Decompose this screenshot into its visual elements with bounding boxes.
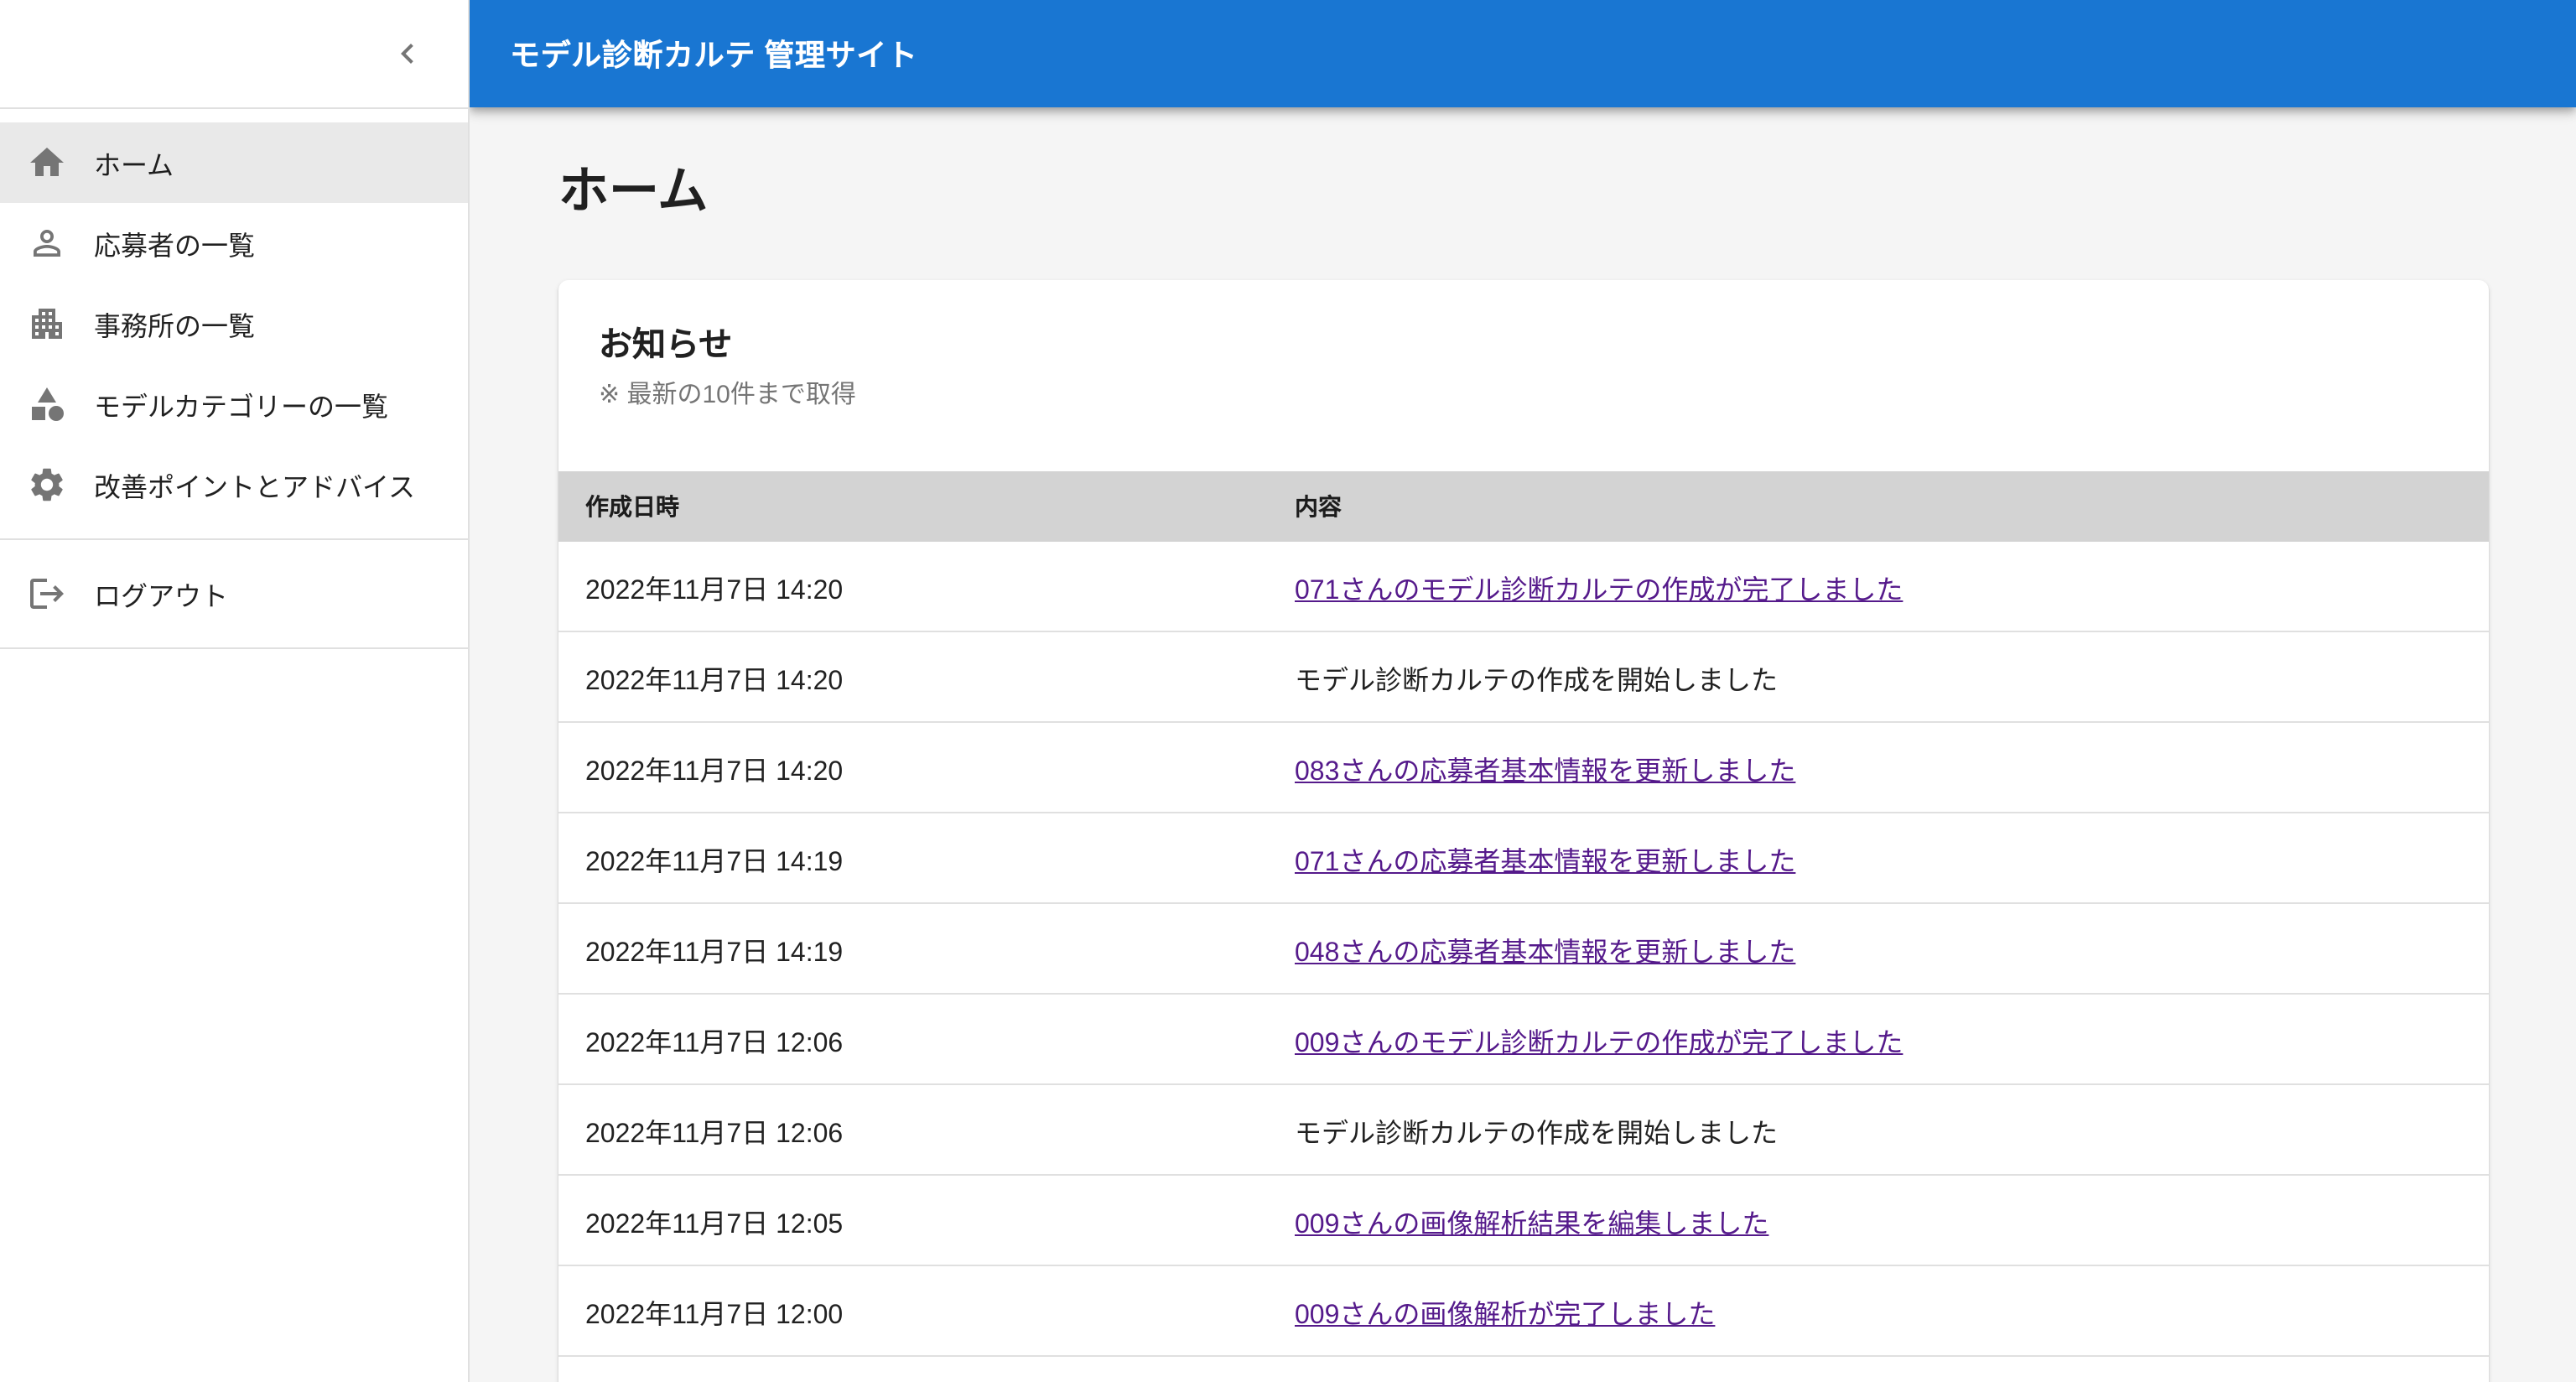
table-row: 2022年11月7日 14:20 071さんのモデル診断カルテの作成が完了しまし… [558, 542, 2489, 632]
notice-link[interactable]: 009さんの画像解析が完了しました [1295, 1301, 1715, 1329]
sidebar-divider-logout-bottom [0, 647, 468, 649]
content-cell: 071さんの応募者基本情報を更新しました [1268, 813, 2489, 904]
created-at-cell: 2022年11月7日 11:56 [558, 1356, 1268, 1382]
notice-text: モデル診断カルテの作成を開始しました [1295, 667, 1779, 695]
sidebar-item-home[interactable]: ホーム [0, 122, 468, 203]
page-title: ホーム [558, 164, 709, 220]
created-at-cell: 2022年11月7日 14:20 [558, 631, 1268, 723]
created-at-cell: 2022年11月7日 12:05 [558, 1175, 1268, 1266]
table-row: 2022年11月7日 14:20 モデル診断カルテの作成を開始しました [558, 631, 2489, 723]
sidebar-item-advice[interactable]: 改善ポイントとアドバイス [0, 444, 468, 525]
notice-table: 作成日時 内容 2022年11月7日 14:20 071さんのモデル診断カルテの… [558, 471, 2489, 1382]
sidebar-item-applicants[interactable]: 応募者の一覧 [0, 203, 468, 283]
sidebar-nav-list: ホーム 応募者の一覧 事務所の一覧 モデルカテゴリーの一覧 改善ポイントとアドバ… [0, 109, 468, 538]
table-row: 2022年11月7日 12:00 009さんの画像解析が完了しました [558, 1265, 2489, 1357]
chevron-left-icon [387, 34, 428, 74]
created-at-cell: 2022年11月7日 14:20 [558, 722, 1268, 813]
appbar: モデル診断カルテ 管理サイト [470, 0, 2576, 107]
content-cell: 083さんの応募者基本情報を更新しました [1268, 722, 2489, 813]
table-row: 2022年11月7日 12:06 009さんのモデル診断カルテの作成が完了しまし… [558, 994, 2489, 1085]
table-row: 2022年11月7日 14:20 083さんの応募者基本情報を更新しました [558, 722, 2489, 813]
table-row: 2022年11月7日 12:05 009さんの画像解析結果を編集しました [558, 1175, 2489, 1266]
sidebar-item-categories[interactable]: モデルカテゴリーの一覧 [0, 364, 468, 444]
gear-icon [27, 465, 67, 505]
sidebar: ホーム 応募者の一覧 事務所の一覧 モデルカテゴリーの一覧 改善ポイントとアドバ… [0, 0, 470, 1382]
table-row: 2022年11月7日 12:06 モデル診断カルテの作成を開始しました [558, 1084, 2489, 1176]
created-at-cell: 2022年11月7日 14:19 [558, 903, 1268, 995]
table-row: 2022年11月7日 14:19 071さんの応募者基本情報を更新しました [558, 813, 2489, 904]
notice-text: モデル診断カルテの作成を開始しました [1295, 1120, 1779, 1148]
content-cell: 009さんの画像解析が完了しました [1268, 1265, 2489, 1357]
home-icon [27, 143, 67, 183]
notice-link[interactable]: 071さんの応募者基本情報を更新しました [1295, 848, 1795, 876]
notice-card-title: お知らせ [599, 327, 733, 364]
table-row: 2022年11月7日 14:19 048さんの応募者基本情報を更新しました [558, 903, 2489, 995]
created-at-cell: 2022年11月7日 14:19 [558, 813, 1268, 904]
notice-table-header-row: 作成日時 内容 [558, 471, 2489, 542]
content-cell: モデル診断カルテの作成を開始しました [1268, 631, 2489, 723]
appbar-title: モデル診断カルテ 管理サイト [510, 39, 918, 72]
sidebar-item-offices[interactable]: 事務所の一覧 [0, 283, 468, 364]
category-icon [27, 384, 67, 424]
column-header-created-at: 作成日時 [558, 471, 1268, 542]
notice-link[interactable]: 071さんのモデル診断カルテの作成が完了しました [1295, 576, 1903, 605]
content-cell: モデル診断カルテの作成を開始しました [1268, 1084, 2489, 1176]
content-cell: 009さんのモデル診断カルテの作成が完了しました [1268, 994, 2489, 1085]
table-row: 2022年11月7日 11:56 028さんのモデル診断カルテの作成が完了しまし… [558, 1356, 2489, 1382]
person-icon [27, 223, 67, 263]
notice-link[interactable]: 009さんの画像解析結果を編集しました [1295, 1210, 1768, 1239]
notice-link[interactable]: 048さんの応募者基本情報を更新しました [1295, 938, 1795, 967]
apartment-icon [27, 304, 67, 344]
created-at-cell: 2022年11月7日 14:20 [558, 542, 1268, 632]
created-at-cell: 2022年11月7日 12:06 [558, 994, 1268, 1085]
notice-card: お知らせ ※ 最新の10件まで取得 作成日時 内容 2022年11月7日 14:… [558, 280, 2489, 1382]
collapse-sidebar-button[interactable] [374, 20, 441, 87]
logout-icon [27, 574, 67, 614]
sidebar-header [0, 0, 468, 107]
content-cell: 028さんのモデル診断カルテの作成が完了しました [1268, 1356, 2489, 1382]
sidebar-item-logout[interactable]: ログアウト [0, 553, 468, 634]
main-content: ホーム お知らせ ※ 最新の10件まで取得 作成日時 内容 2022年11月7日… [470, 107, 2576, 1382]
notice-link[interactable]: 083さんの応募者基本情報を更新しました [1295, 757, 1795, 786]
app-window: ホーム 応募者の一覧 事務所の一覧 モデルカテゴリーの一覧 改善ポイントとアドバ… [0, 0, 2576, 1382]
created-at-cell: 2022年11月7日 12:06 [558, 1084, 1268, 1176]
column-header-content: 内容 [1268, 471, 2489, 542]
sidebar-logout-list: ログアウト [0, 540, 468, 647]
notice-card-header: お知らせ ※ 最新の10件まで取得 [558, 280, 2489, 414]
content-cell: 009さんの画像解析結果を編集しました [1268, 1175, 2489, 1266]
content-cell: 048さんの応募者基本情報を更新しました [1268, 903, 2489, 995]
notice-card-subtitle: ※ 最新の10件まで取得 [599, 381, 856, 409]
content-cell: 071さんのモデル診断カルテの作成が完了しました [1268, 542, 2489, 632]
created-at-cell: 2022年11月7日 12:00 [558, 1265, 1268, 1357]
notice-link[interactable]: 009さんのモデル診断カルテの作成が完了しました [1295, 1029, 1903, 1057]
